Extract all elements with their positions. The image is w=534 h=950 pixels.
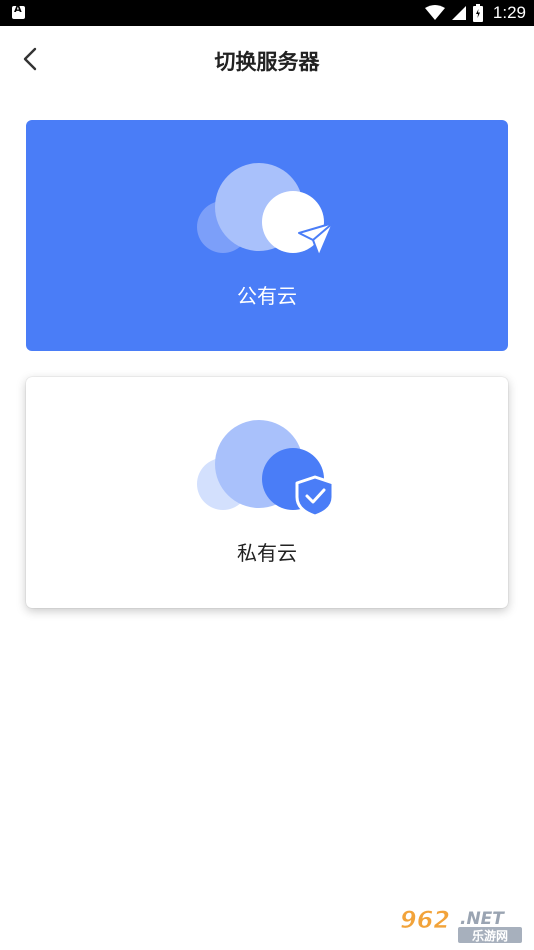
- cloud-shield-icon: [197, 420, 335, 518]
- svg-text:962: 962: [400, 906, 450, 934]
- status-icons: 1:29: [424, 0, 526, 26]
- notification-a-icon: [12, 4, 25, 19]
- battery-icon: [472, 4, 483, 22]
- svg-text:.NET: .NET: [460, 909, 505, 929]
- app-header: 切换服务器: [0, 26, 534, 94]
- status-bar: 1:29: [0, 0, 534, 26]
- private-cloud-option[interactable]: 私有云: [26, 377, 508, 608]
- private-cloud-label: 私有云: [237, 541, 297, 565]
- cloud-send-icon: [197, 163, 334, 257]
- svg-text:乐游网: 乐游网: [472, 928, 508, 943]
- wifi-icon: [424, 5, 445, 20]
- page-title: 切换服务器: [214, 50, 320, 74]
- cellular-signal-icon: [451, 6, 466, 20]
- watermark-logo: 962 .NET 乐游网: [400, 906, 522, 943]
- status-time: 1:29: [492, 3, 526, 22]
- public-cloud-option[interactable]: 公有云: [26, 120, 508, 351]
- public-cloud-label: 公有云: [237, 284, 297, 308]
